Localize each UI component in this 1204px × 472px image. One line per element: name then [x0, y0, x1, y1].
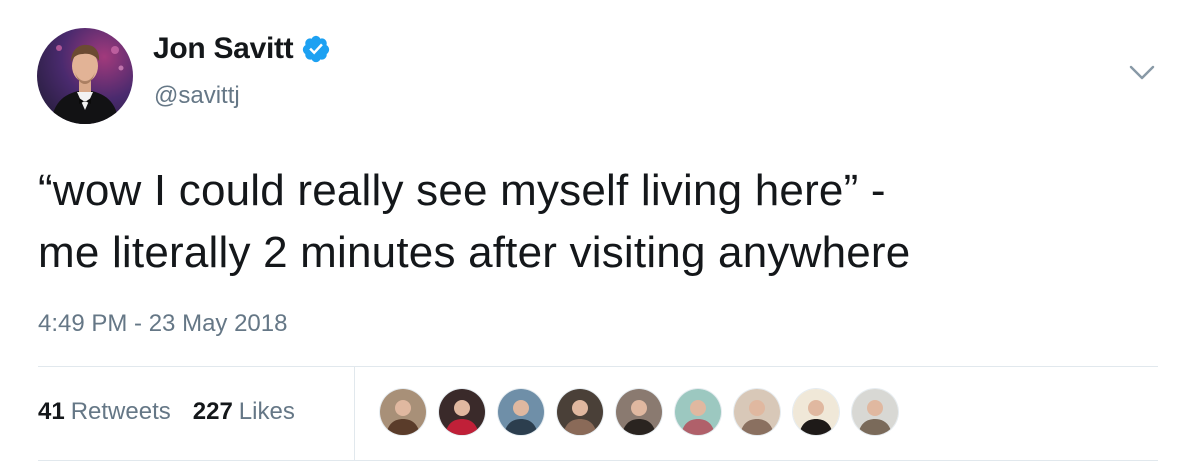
- author-name-row: Jon Savitt: [153, 32, 331, 66]
- tweet-text: “wow I could really see myself living he…: [38, 160, 1168, 284]
- liker-avatar[interactable]: [498, 389, 544, 435]
- liker-avatar[interactable]: [734, 389, 780, 435]
- liker-avatar[interactable]: [675, 389, 721, 435]
- liker-avatar-1: [380, 389, 426, 435]
- retweets-stat[interactable]: 41 Retweets: [38, 398, 171, 426]
- liker-avatar-9: [852, 389, 898, 435]
- tweet-text-line: me literally 2 minutes after visiting an…: [38, 228, 911, 277]
- tweet-timestamp[interactable]: 4:49 PM - 23 May 2018: [38, 310, 287, 338]
- liker-avatar-3: [498, 389, 544, 435]
- tweet-card: Jon Savitt @savittj “wow I could really …: [0, 0, 1204, 472]
- verified-badge-icon: [303, 35, 330, 63]
- stats-separator: [354, 367, 355, 460]
- likes-stat[interactable]: 227 Likes: [193, 398, 295, 426]
- retweets-label: Retweets: [70, 398, 171, 425]
- tweet-stats: 41 Retweets 227 Likes: [38, 398, 295, 426]
- author-handle[interactable]: @savittj: [154, 82, 240, 110]
- liker-avatar-6: [675, 389, 721, 435]
- author-avatar[interactable]: [37, 28, 133, 124]
- likes-count: 227: [192, 398, 233, 425]
- liker-avatar[interactable]: [439, 389, 485, 435]
- liker-avatar[interactable]: [380, 389, 426, 435]
- liker-avatar[interactable]: [852, 389, 898, 435]
- liker-avatar[interactable]: [557, 389, 603, 435]
- divider: [38, 460, 1158, 461]
- likes-label: Likes: [238, 398, 295, 425]
- liker-avatar-7: [734, 389, 780, 435]
- liker-avatars: [380, 389, 911, 435]
- retweets-count: 41: [38, 398, 65, 425]
- divider: [38, 366, 1158, 367]
- chevron-down-icon[interactable]: [1128, 63, 1156, 83]
- liker-avatar-5: [616, 389, 662, 435]
- author-display-name[interactable]: Jon Savitt: [153, 32, 294, 66]
- liker-avatar-8: [793, 389, 839, 435]
- liker-avatar[interactable]: [793, 389, 839, 435]
- tweet-text-line: “wow I could really see myself living he…: [38, 166, 886, 215]
- liker-avatar-2: [439, 389, 485, 435]
- profile-photo-icon: [51, 44, 124, 124]
- liker-avatar-4: [557, 389, 603, 435]
- liker-avatar[interactable]: [616, 389, 662, 435]
